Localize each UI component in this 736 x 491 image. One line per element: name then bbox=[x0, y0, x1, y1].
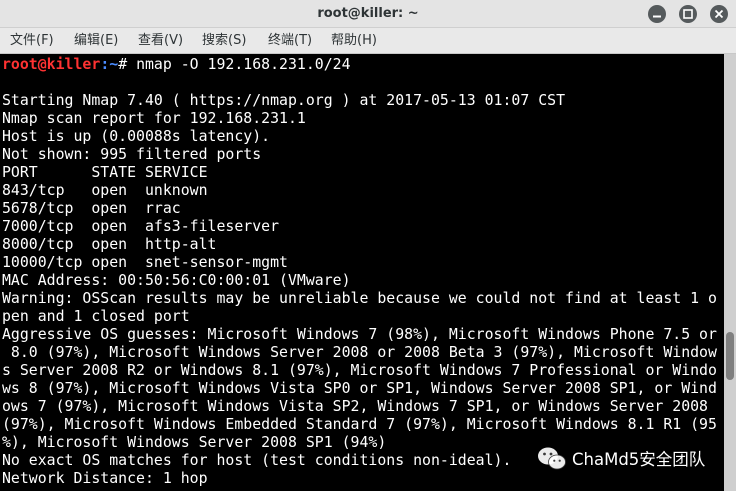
close-button[interactable] bbox=[710, 5, 728, 23]
output-line: MAC Address: 00:50:56:C0:00:01 (VMware) bbox=[2, 271, 351, 289]
command-text: nmap -O 192.168.231.0/24 bbox=[136, 55, 351, 73]
output-line: 8.0 (97%), Microsoft Windows Server 2008… bbox=[2, 343, 717, 361]
menu-terminal[interactable]: 终端(T) bbox=[268, 28, 312, 54]
output-line: 7000/tcp open afs3-fileserver bbox=[2, 217, 280, 235]
window-title: root@killer: ~ bbox=[317, 6, 419, 21]
output-line: pen and 1 closed port bbox=[2, 307, 190, 325]
output-line: PORT STATE SERVICE bbox=[2, 163, 208, 181]
maximize-button[interactable] bbox=[679, 5, 697, 23]
menu-search[interactable]: 搜索(S) bbox=[202, 28, 246, 54]
output-line: 5678/tcp open rrac bbox=[2, 199, 181, 217]
prompt-symbol: # bbox=[118, 55, 137, 73]
watermark-text: ChaMd5安全团队 bbox=[572, 450, 706, 469]
output-line: 10000/tcp open snet-sensor-mgmt bbox=[2, 253, 288, 271]
wechat-icon bbox=[538, 447, 566, 470]
output-line: (97%), Microsoft Windows Embedded Standa… bbox=[2, 415, 717, 433]
output-line: ows 7 (97%), Microsoft Windows Vista SP2… bbox=[2, 397, 708, 415]
output-line: s Server 2008 R2 or Windows 8.1 (97%), M… bbox=[2, 361, 717, 379]
menu-file[interactable]: 文件(F) bbox=[10, 28, 54, 54]
prompt-path: :~ bbox=[100, 55, 119, 73]
minimize-icon bbox=[653, 15, 661, 18]
maximize-icon bbox=[683, 9, 693, 19]
menu-view[interactable]: 查看(V) bbox=[138, 28, 183, 54]
output-line: Warning: OSScan results may be unreliabl… bbox=[2, 289, 717, 307]
terminal-output[interactable]: root@killer:~# nmap -O 192.168.231.0/24 … bbox=[0, 54, 724, 491]
output-line: No exact OS matches for host (test condi… bbox=[2, 451, 512, 469]
output-line: Nmap scan report for 192.168.231.1 bbox=[2, 109, 306, 127]
close-icon bbox=[714, 9, 724, 19]
output-line: Host is up (0.00088s latency). bbox=[2, 127, 271, 145]
output-line: %), Microsoft Windows Server 2008 SP1 (9… bbox=[2, 433, 387, 451]
command-line: root@killer:~# nmap -O 192.168.231.0/24 bbox=[2, 55, 351, 73]
watermark: ChaMd5安全团队 bbox=[537, 443, 705, 473]
output-line: 8000/tcp open http-alt bbox=[2, 235, 217, 253]
menu-edit[interactable]: 编辑(E) bbox=[74, 28, 118, 54]
title-bar[interactable]: root@killer: ~ bbox=[0, 0, 736, 28]
output-line: ws 8 (97%), Microsoft Windows Vista SP0 … bbox=[2, 379, 717, 397]
minimize-button[interactable] bbox=[648, 5, 666, 23]
output-line: Not shown: 995 filtered ports bbox=[2, 145, 262, 163]
output-line: Aggressive OS guesses: Microsoft Windows… bbox=[2, 325, 717, 343]
output-line: Network Distance: 1 hop bbox=[2, 469, 208, 487]
output-line: 843/tcp open unknown bbox=[2, 181, 208, 199]
menu-help[interactable]: 帮助(H) bbox=[331, 28, 377, 54]
scrollbar-thumb[interactable] bbox=[726, 332, 734, 380]
menu-bar: 文件(F) 编辑(E) 查看(V) 搜索(S) 终端(T) 帮助(H) bbox=[0, 28, 736, 54]
terminal-window: root@killer: ~ 文件(F) 编辑(E) 查看(V) 搜索(S) 终… bbox=[0, 0, 736, 491]
output-line: Starting Nmap 7.40 ( https://nmap.org ) … bbox=[2, 91, 566, 109]
prompt-user: root@killer bbox=[2, 55, 101, 73]
vertical-scrollbar[interactable] bbox=[724, 54, 736, 491]
